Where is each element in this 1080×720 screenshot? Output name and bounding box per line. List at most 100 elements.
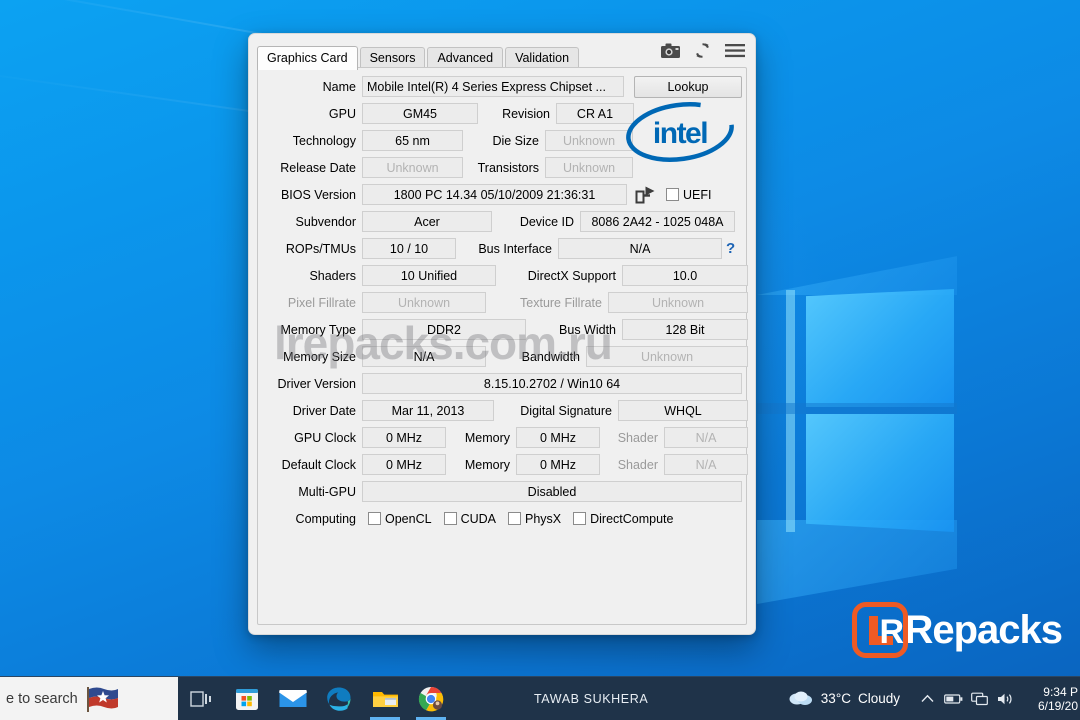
die-size-value: Unknown [545, 130, 633, 151]
directcompute-checkbox[interactable] [573, 512, 587, 525]
pixel-fillrate-value: Unknown [362, 292, 486, 313]
row-shaders: Shaders 10 Unified DirectX Support 10.0 [264, 264, 748, 287]
subvendor-value: Acer [362, 211, 492, 232]
refresh-icon[interactable] [694, 42, 711, 59]
help-icon[interactable]: ? [722, 240, 735, 257]
taskbar-user-label: TAWAB SUKHERA [534, 691, 649, 706]
row-rops-tmus: ROPs/TMUs 10 / 10 Bus Interface N/A ? [264, 237, 740, 260]
window-icon-group [661, 42, 745, 59]
bus-interface-value: N/A [558, 238, 722, 259]
memory-size-value: N/A [362, 346, 486, 367]
network-icon[interactable] [966, 692, 992, 706]
row-memory-type: Memory Type DDR2 Bus Width 128 Bit [264, 318, 748, 341]
flag-icon [84, 686, 120, 712]
desktop: R Repacks Graphics Card Sensors Advanced… [0, 0, 1080, 720]
technology-label: Technology [292, 133, 356, 148]
row-memory-size: Memory Size N/A Bandwidth Unknown [264, 345, 748, 368]
search-input[interactable]: e to search [0, 677, 178, 720]
row-driver-date: Driver Date Mar 11, 2013 Digital Signatu… [264, 399, 748, 422]
wallpaper-mullion-horizontal [757, 403, 957, 414]
gpu-memory-clock-value: 0 MHz [516, 427, 600, 448]
uefi-label: UEFI [683, 187, 712, 202]
default-shader-clock-value: N/A [664, 454, 748, 475]
default-memory-clock-value: 0 MHz [516, 454, 600, 475]
name-label: Name [322, 79, 356, 94]
rops-tmus-value: 10 / 10 [362, 238, 456, 259]
release-date-label: Release Date [280, 160, 356, 175]
row-pixel-fillrate: Pixel Fillrate Unknown Texture Fillrate … [264, 291, 748, 314]
bus-width-label: Bus Width [559, 322, 616, 337]
chevron-up-icon[interactable] [914, 694, 940, 703]
physx-checkbox[interactable] [507, 512, 521, 525]
bios-version-label: BIOS Version [280, 187, 356, 202]
opencl-checkbox[interactable] [368, 512, 381, 525]
texture-fillrate-value: Unknown [608, 292, 748, 313]
technology-value: 65 nm [362, 130, 463, 151]
share-bios-icon[interactable] [635, 185, 656, 204]
die-size-label: Die Size [492, 133, 539, 148]
opencl-label: OpenCL [385, 511, 432, 526]
pixel-fillrate-label: Pixel Fillrate [287, 295, 356, 310]
gpuz-window: Graphics Card Sensors Advanced Validatio… [248, 33, 756, 635]
lrepacks-logo-text: Repacks [904, 608, 1063, 652]
tab-graphics-card[interactable]: Graphics Card [257, 46, 358, 70]
memory-size-label: Memory Size [283, 349, 356, 364]
default-shader-clock-label: Shader [617, 457, 658, 472]
gpu-label: GPU [328, 106, 356, 121]
chrome-icon[interactable] [408, 677, 454, 720]
lookup-button[interactable]: Lookup [634, 75, 742, 98]
battery-icon[interactable] [940, 693, 966, 705]
weather-widget[interactable]: 33°C Cloudy [788, 689, 900, 709]
tab-advanced[interactable]: Advanced [427, 47, 504, 69]
camera-icon[interactable] [661, 43, 680, 58]
name-value: Mobile Intel(R) 4 Series Express Chipset… [362, 76, 624, 97]
microsoft-store-icon[interactable] [224, 677, 270, 720]
digital-signature-value: WHQL [618, 400, 748, 421]
release-date-value: Unknown [362, 157, 463, 178]
cloud-icon [788, 689, 814, 709]
graphics-card-panel: intel Name Mobile Intel(R) 4 Series Expr… [257, 67, 748, 625]
revision-value: CR A1 [556, 103, 634, 124]
row-multi-gpu: Multi-GPU Disabled [264, 480, 742, 503]
rops-tmus-label: ROPs/TMUs [285, 241, 356, 256]
clock[interactable]: 9:34 P 6/19/20 [1026, 685, 1080, 713]
weather-condition: Cloudy [857, 691, 900, 706]
computing-label: Computing [295, 511, 356, 526]
transistors-label: Transistors [477, 160, 539, 175]
bios-version-value: 1800 PC 14.34 05/10/2009 21:36:31 [362, 184, 627, 205]
uefi-checkbox[interactable] [666, 188, 679, 201]
shaders-label: Shaders [309, 268, 356, 283]
wallpaper-window-pane-top [806, 289, 954, 407]
svg-text:intel: intel [653, 117, 707, 150]
driver-date-value: Mar 11, 2013 [362, 400, 494, 421]
cuda-checkbox[interactable] [443, 512, 457, 525]
tab-validation[interactable]: Validation [505, 47, 580, 69]
search-placeholder: e to search [6, 690, 78, 707]
multi-gpu-label: Multi-GPU [298, 484, 356, 499]
clock-date: 6/19/20 [1037, 698, 1078, 713]
bandwidth-label: Bandwidth [521, 349, 580, 364]
bus-width-value: 128 Bit [622, 319, 748, 340]
default-memory-clock-label: Memory [464, 457, 510, 472]
logo-r-glyph: R [879, 613, 904, 651]
row-subvendor: Subvendor Acer Device ID 8086 2A42 - 102… [264, 210, 740, 233]
volume-icon[interactable] [992, 692, 1018, 706]
gpu-shader-clock-label: Shader [617, 430, 658, 445]
tab-sensors[interactable]: Sensors [359, 47, 426, 69]
task-view-icon[interactable] [178, 677, 224, 720]
directx-support-value: 10.0 [622, 265, 748, 286]
texture-fillrate-label: Texture Fillrate [520, 295, 602, 310]
edge-icon[interactable] [316, 677, 362, 720]
driver-version-value: 8.15.10.2702 / Win10 64 [362, 373, 742, 394]
default-clock-value: 0 MHz [362, 454, 446, 475]
row-default-clock: Default Clock 0 MHz Memory 0 MHz Shader … [264, 453, 748, 476]
mail-icon[interactable] [270, 677, 316, 720]
wallpaper-window-pane-bottom [806, 414, 954, 532]
clock-time: 9:34 P [1043, 684, 1078, 699]
memory-type-label: Memory Type [280, 322, 357, 337]
lrepacks-logo-mark: R [852, 602, 909, 658]
menu-icon[interactable] [725, 43, 745, 58]
multi-gpu-value: Disabled [362, 481, 742, 502]
file-explorer-icon[interactable] [362, 677, 408, 720]
system-tray: 33°C Cloudy 9:34 P 6/19/20 [788, 677, 1080, 720]
